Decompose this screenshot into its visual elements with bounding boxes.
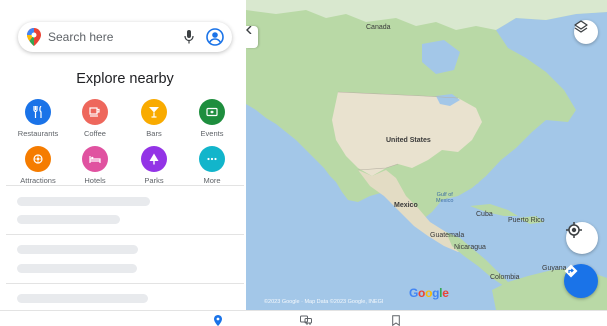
- category-label: Hotels: [84, 176, 106, 185]
- category-attractions[interactable]: Attractions: [11, 146, 65, 185]
- map-label-colombia: Colombia: [490, 274, 520, 281]
- collapse-panel-button[interactable]: [246, 26, 258, 48]
- ferris-wheel-icon: [25, 146, 51, 172]
- section-divider: [6, 283, 244, 284]
- map-copyright: ©2023 Google · Map Data ©2023 Google, IN…: [264, 299, 384, 305]
- category-label: Bars: [146, 129, 162, 138]
- map-label-nicaragua: Nicaragua: [454, 244, 486, 251]
- map-canvas[interactable]: Canada United States Gulf of Mexico Mexi…: [246, 0, 607, 310]
- loading-placeholder: [17, 264, 137, 273]
- category-parks[interactable]: Parks: [127, 146, 181, 185]
- side-panel: Search here Explore nearby Restaurants C…: [0, 0, 246, 310]
- section-divider: [6, 234, 244, 235]
- layers-button[interactable]: [574, 20, 598, 44]
- fork-knife-icon: [25, 99, 51, 125]
- layers-icon: [574, 20, 588, 33]
- category-label: Attractions: [20, 176, 56, 185]
- more-dots-icon: [199, 146, 225, 172]
- bed-icon: [82, 146, 108, 172]
- loading-placeholder: [17, 197, 150, 206]
- category-coffee[interactable]: Coffee: [68, 99, 122, 138]
- map-label-canada: Canada: [366, 24, 391, 31]
- saved-bookmark-icon[interactable]: [390, 314, 402, 326]
- category-label: Restaurants: [17, 129, 59, 138]
- category-more[interactable]: More: [185, 146, 239, 185]
- map-label-guatemala: Guatemala: [430, 232, 465, 239]
- account-icon[interactable]: [206, 28, 224, 46]
- map-label-puerto-rico: Puerto Rico: [508, 217, 545, 224]
- category-events[interactable]: Events: [185, 99, 239, 138]
- map-label-gulf-of-mexico: Gulf of Mexico: [436, 192, 454, 204]
- map-label-united-states: United States: [386, 137, 431, 144]
- directions-arrow-icon: [564, 264, 578, 278]
- category-hotels[interactable]: Hotels: [68, 146, 122, 185]
- category-label: Coffee: [84, 129, 106, 138]
- search-bar[interactable]: Search here: [18, 22, 232, 52]
- category-label: Events: [200, 129, 224, 138]
- map-label-cuba: Cuba: [476, 211, 493, 218]
- category-restaurants[interactable]: Restaurants: [11, 99, 65, 138]
- explore-pin-icon[interactable]: [212, 314, 224, 326]
- loading-placeholder: [17, 245, 138, 254]
- maps-pin-icon: [27, 28, 41, 46]
- map-graphic: [246, 0, 607, 310]
- directions-button[interactable]: [564, 264, 598, 298]
- crosshair-icon: [566, 222, 582, 238]
- ticket-icon: [199, 99, 225, 125]
- coffee-cup-icon: [82, 99, 108, 125]
- my-location-button[interactable]: [566, 222, 598, 254]
- google-logo: Google: [409, 286, 449, 300]
- tree-icon: [141, 146, 167, 172]
- bottom-navigation: [0, 310, 607, 326]
- category-label: More: [203, 176, 221, 185]
- explore-nearby-title: Explore nearby: [76, 71, 174, 87]
- commute-icon[interactable]: [300, 314, 312, 326]
- section-divider: [6, 185, 244, 186]
- map-label-mexico: Mexico: [394, 202, 418, 209]
- loading-placeholder: [17, 215, 120, 224]
- loading-placeholder: [17, 294, 148, 303]
- category-bars[interactable]: Bars: [127, 99, 181, 138]
- microphone-icon[interactable]: [182, 28, 196, 46]
- category-label: Parks: [144, 176, 164, 185]
- chevron-left-icon: [246, 26, 252, 34]
- search-input[interactable]: Search here: [48, 30, 182, 44]
- cocktail-icon: [141, 99, 167, 125]
- map-label-guyana: Guyana: [542, 265, 567, 272]
